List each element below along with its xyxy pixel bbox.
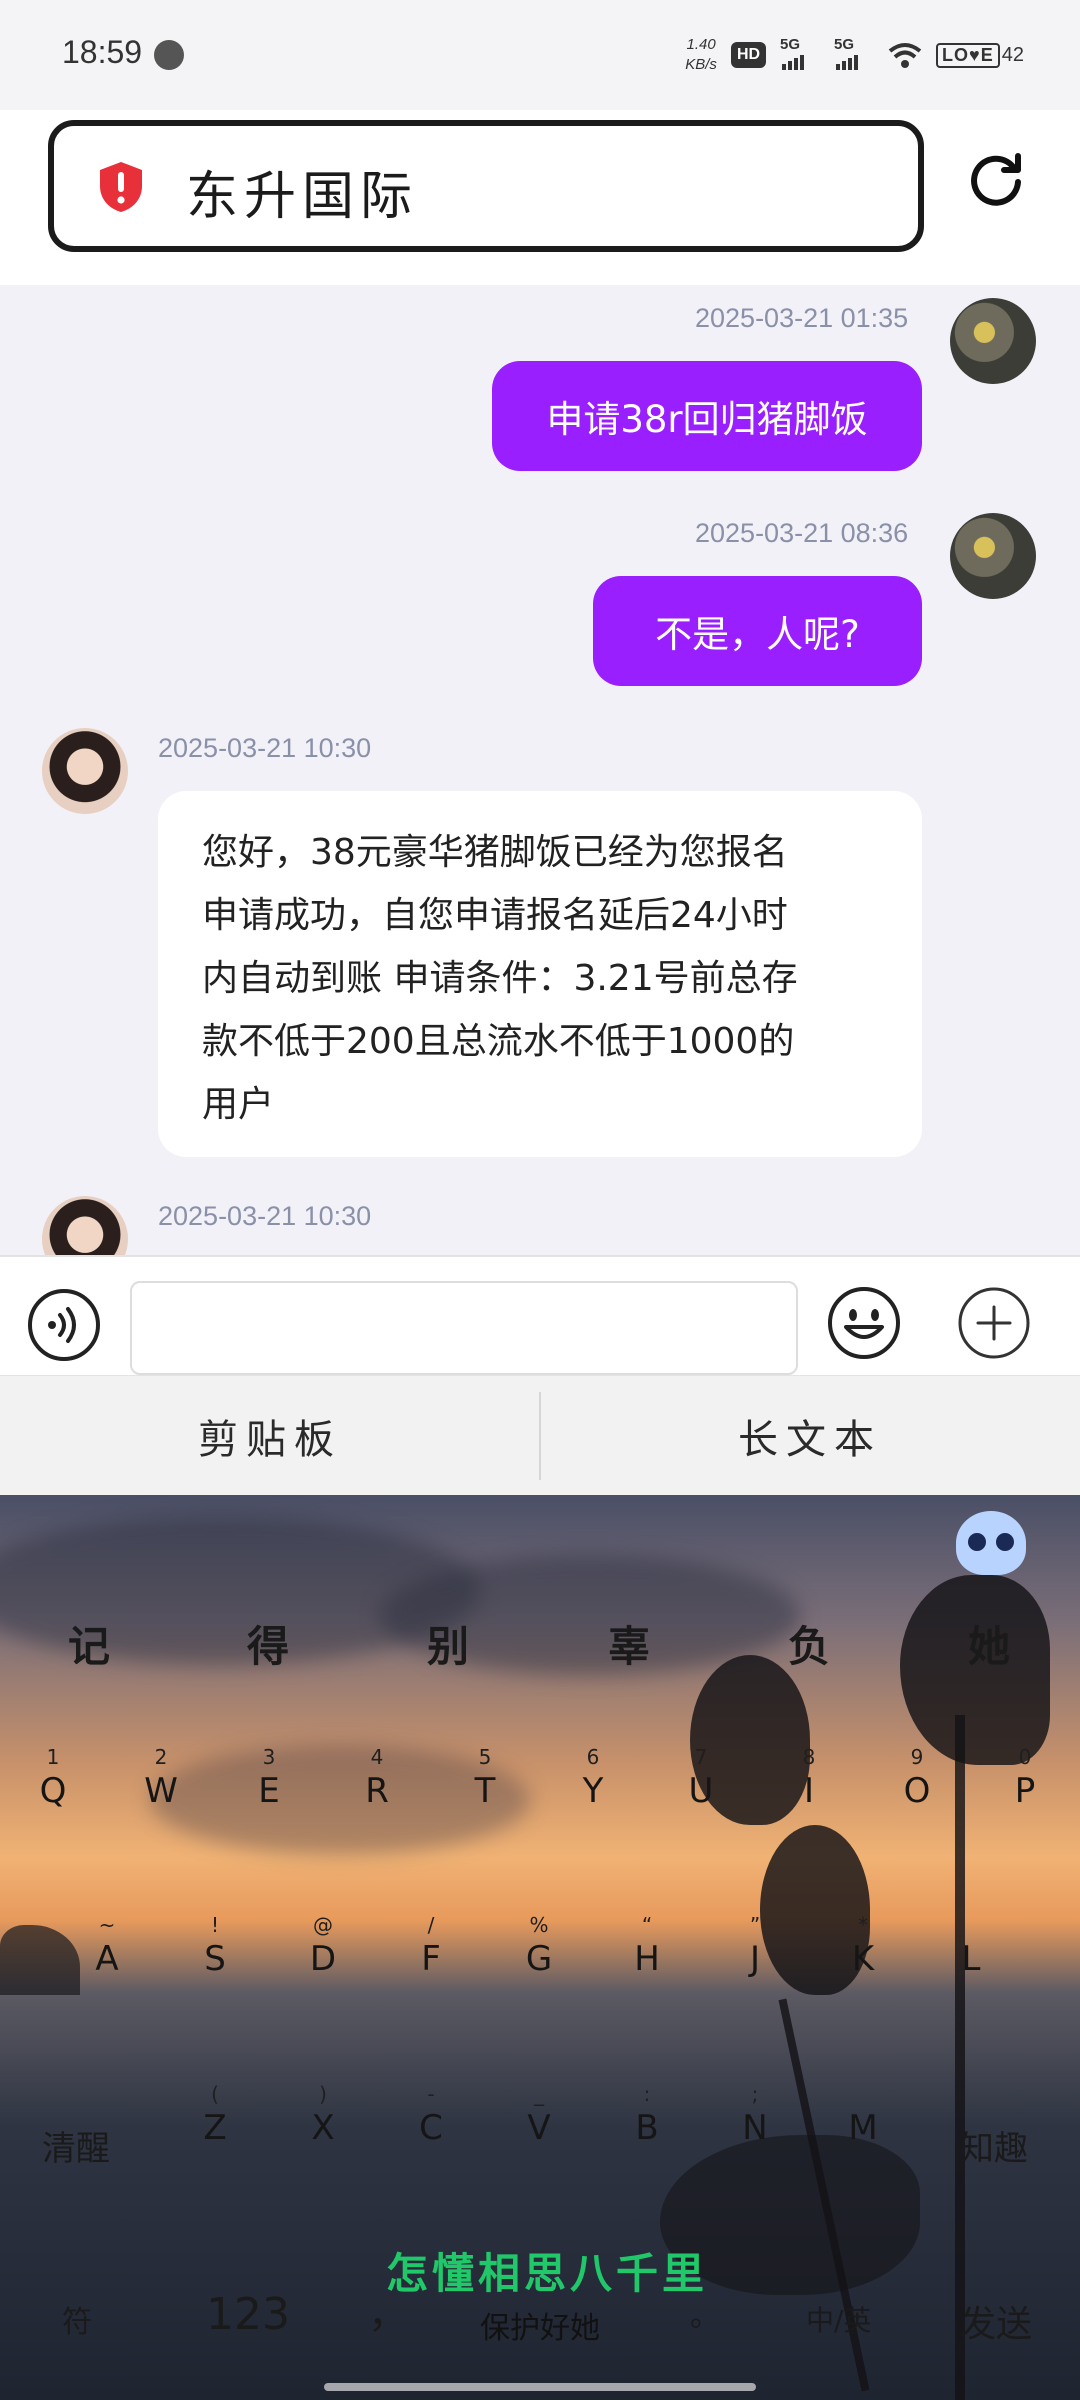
battery-icon: LO♥E 42	[936, 42, 1024, 68]
message-line: 申请成功，自您申请报名延后24小时	[202, 895, 788, 936]
signal-label: 5G	[780, 36, 801, 53]
message-bubble-outgoing[interactable]: 申请38r回归猪脚饭	[492, 361, 922, 471]
refresh-icon[interactable]	[966, 150, 1026, 210]
message-timestamp: 2025-03-21 01:35	[695, 303, 909, 333]
message-bubble-outgoing[interactable]: 不是，人呢?	[593, 576, 922, 686]
key-g[interactable]: % G	[494, 1911, 584, 1979]
candidate-word[interactable]: 得	[247, 1613, 289, 1674]
key-numbers[interactable]: 123	[206, 2289, 290, 2340]
key-c[interactable]: -C	[386, 2080, 476, 2148]
key-u[interactable]: 7U	[656, 1743, 746, 1811]
key-e[interactable]: 3E	[224, 1743, 314, 1811]
message-timestamp: 2025-03-21 10:30	[158, 1201, 372, 1231]
long-text-button[interactable]: 长文本	[540, 1376, 1080, 1496]
network-speed-value: 1.40	[686, 36, 716, 53]
title-box: 东升国际	[48, 120, 924, 252]
key-x[interactable]: ) X	[278, 2080, 368, 2148]
candidate-word[interactable]: 记	[68, 1613, 110, 1674]
keyboard-mascot-icon[interactable]	[956, 1511, 1026, 1575]
signal-icon: 5G	[780, 36, 820, 70]
avatar[interactable]	[950, 513, 1036, 599]
keyboard: 记 得 别 辜 负 她 1Q 2W 3E 4R 5T 6Y 7U 8I 9O 0…	[0, 1495, 1080, 2400]
key-fn-left[interactable]: 清醒	[42, 2121, 110, 2170]
voice-input-icon[interactable]	[26, 1287, 102, 1363]
chat-header: 东升国际	[0, 110, 1080, 285]
battery-label: LO♥E	[936, 42, 1000, 68]
avatar[interactable]	[42, 1196, 128, 1255]
emoji-icon[interactable]	[826, 1285, 902, 1361]
key-v[interactable]: _ V	[494, 2080, 584, 2148]
status-bar: 18:59 1.40 KB/s HD 5G 5G LO♥E 42	[0, 0, 1080, 110]
key-s[interactable]: ! S	[170, 1911, 260, 1979]
key-r[interactable]: 4R	[332, 1743, 422, 1811]
key-period[interactable]: 。	[690, 2291, 720, 2335]
message-bubble-incoming[interactable]: 您好，38元豪华猪脚饭已经为您报名 申请成功，自您申请报名延后24小时 内自动到…	[158, 791, 922, 1157]
page-title: 东升国际	[186, 167, 419, 227]
key-o[interactable]: 9O	[872, 1743, 962, 1811]
message-line: 您好，38元豪华猪脚饭已经为您报名	[202, 832, 788, 873]
hd-icon: HD	[730, 42, 767, 68]
key-j[interactable]: ” J	[710, 1911, 800, 1979]
key-fn-right[interactable]: 知趣	[960, 2121, 1028, 2170]
space-bar[interactable]: 保护好她	[480, 2303, 600, 2347]
candidate-word[interactable]: 辜	[608, 1613, 650, 1674]
key-d[interactable]: @ D	[278, 1911, 368, 1979]
globe-icon	[154, 40, 184, 70]
message-line: 用户	[202, 1084, 275, 1125]
key-y[interactable]: 6Y	[548, 1743, 638, 1811]
candidate-word[interactable]: 别	[427, 1613, 469, 1674]
avatar[interactable]	[42, 728, 128, 814]
message-list[interactable]: 2025-03-21 01:35 申请38r回归猪脚饭 2025-03-21 0…	[0, 285, 1080, 1255]
key-i[interactable]: 8I	[764, 1743, 854, 1811]
message-timestamp: 2025-03-21 08:36	[695, 518, 909, 548]
shield-alert-icon	[100, 162, 142, 212]
key-m[interactable]: M	[818, 2080, 908, 2148]
key-z[interactable]: (Z	[170, 2080, 260, 2148]
add-icon[interactable]	[956, 1285, 1032, 1361]
message-input[interactable]	[130, 1281, 798, 1375]
key-symbols[interactable]: 符	[62, 2297, 92, 2341]
message-timestamp: 2025-03-21 10:30	[158, 733, 372, 763]
key-n[interactable]: ; N	[710, 2080, 800, 2148]
clipboard-button[interactable]: 剪贴板	[0, 1376, 540, 1496]
key-k[interactable]: * K	[818, 1911, 908, 1979]
key-a[interactable]: ~ A	[62, 1911, 152, 1979]
wifi-icon	[888, 41, 922, 69]
candidate-word[interactable]: 她	[968, 1613, 1010, 1674]
key-t[interactable]: 5T	[440, 1743, 530, 1811]
signal-label: 5G	[834, 36, 855, 53]
key-l[interactable]: L	[926, 1911, 1016, 1979]
key-q[interactable]: 1Q	[8, 1743, 98, 1811]
message-line: 款不低于200且总流水不低于1000的	[202, 1021, 795, 1062]
key-p[interactable]: 0P	[980, 1743, 1070, 1811]
key-language-switch[interactable]: 中/英	[806, 2299, 871, 2339]
message-line: 内自动到账 申请条件：3.21号前总存	[202, 958, 798, 999]
status-time: 18:59	[62, 34, 143, 70]
key-w[interactable]: 2W	[116, 1743, 206, 1811]
keyboard-toolbar: 剪贴板 长文本	[0, 1375, 1080, 1495]
home-indicator[interactable]	[324, 2383, 756, 2391]
send-button[interactable]: 发送	[960, 2295, 1032, 2347]
network-speed: 1.40 KB/s	[685, 35, 717, 75]
candidate-word[interactable]: 负	[788, 1613, 830, 1674]
status-icons: 1.40 KB/s HD 5G 5G LO♥E 42	[685, 30, 1024, 80]
key-h[interactable]: “H	[602, 1911, 692, 1979]
avatar[interactable]	[950, 298, 1036, 384]
battery-level: 42	[1001, 43, 1024, 66]
signal-icon: 5G	[834, 36, 874, 70]
key-b[interactable]: :B	[602, 2080, 692, 2148]
message-input-bar	[0, 1255, 1080, 1375]
keyboard-lyric-text: 怎懂相思八千里	[386, 2249, 709, 2298]
key-f[interactable]: / F	[386, 1911, 476, 1979]
network-speed-unit: KB/s	[685, 56, 717, 73]
